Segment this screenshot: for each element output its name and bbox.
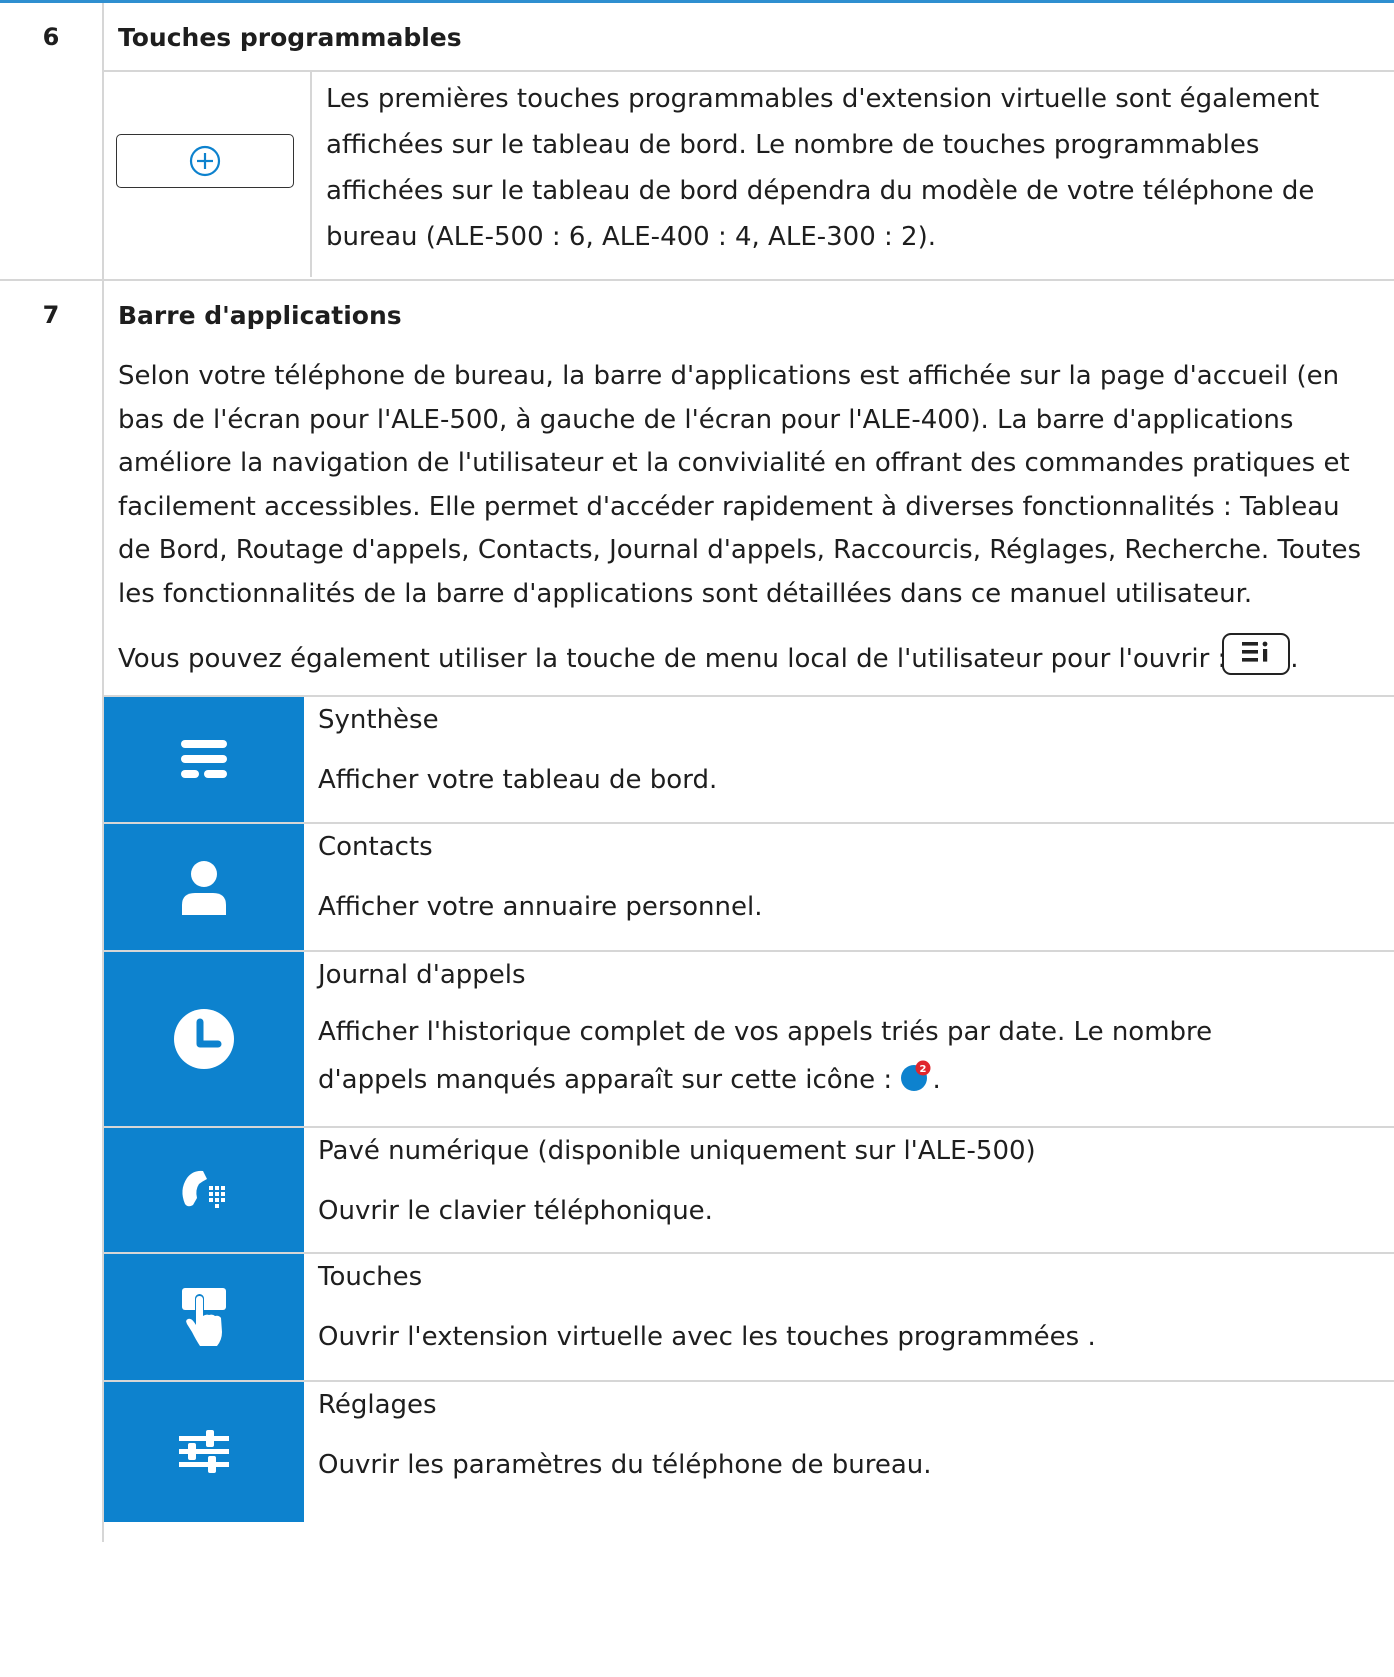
circle-plus-icon: [189, 145, 221, 177]
app-name: Touches: [318, 1261, 423, 1292]
row-number-cell: 6: [0, 3, 104, 279]
app-bar-paragraph: Selon votre téléphone de bureau, la barr…: [118, 361, 1362, 609]
app-icon-cell[interactable]: [104, 951, 304, 1126]
app-icon-cell[interactable]: [104, 1381, 304, 1522]
row-number-cell: 7: [0, 281, 104, 1542]
phone-keypad-icon: [182, 1170, 225, 1208]
app-name: Journal d'appels: [318, 959, 526, 990]
row-title: Barre d'applications: [118, 301, 402, 330]
app-item-touches: Touches Ouvrir l'extension virtuelle ave…: [104, 1251, 1394, 1380]
app-description: Afficher votre tableau de bord.: [318, 764, 718, 795]
touch-key-icon: [182, 1287, 226, 1346]
contact-person-icon: [182, 860, 226, 915]
row-number: 6: [42, 23, 60, 51]
app-description: Ouvrir l'extension virtuelle avec les to…: [318, 1321, 1096, 1352]
app-description: Afficher votre annuaire personnel.: [318, 891, 763, 922]
app-description: Ouvrir les paramètres du téléphone de bu…: [318, 1449, 932, 1480]
app-description: Ouvrir le clavier téléphonique.: [318, 1195, 713, 1226]
dashboard-icon: [181, 740, 227, 779]
missed-calls-badge-icon: 2: [900, 1060, 932, 1092]
row-description: Les premières touches programmables d'ex…: [326, 84, 1320, 252]
feature-table: 6 Touches programmables Les premières to…: [0, 3, 1394, 1542]
table-row-6: 6 Touches programmables Les premières to…: [0, 3, 1394, 281]
app-icon-cell[interactable]: [104, 1127, 304, 1252]
row-number: 7: [42, 301, 60, 329]
app-name: Réglages: [318, 1389, 437, 1420]
clock-icon: [174, 1008, 234, 1069]
app-icon-cell[interactable]: [104, 823, 304, 950]
app-item-journal: Journal d'appels Afficher l'historique c…: [104, 949, 1394, 1126]
app-icon-cell[interactable]: [104, 696, 304, 822]
app-name: Contacts: [318, 831, 433, 862]
programmable-key-button[interactable]: [116, 134, 294, 188]
app-bar-list: Synthèse Afficher votre tableau de bord.…: [104, 694, 1394, 1522]
badge-count: 2: [920, 1064, 927, 1075]
app-item-synthese: Synthèse Afficher votre tableau de bord.: [104, 694, 1394, 822]
settings-sliders-icon: [179, 1429, 229, 1473]
app-description: Afficher l'historique complet de vos app…: [318, 1016, 1213, 1095]
app-item-reglages: Réglages Ouvrir les paramètres du téléph…: [104, 1379, 1394, 1522]
app-icon-cell[interactable]: [104, 1253, 304, 1380]
local-menu-key-icon: [1222, 632, 1291, 675]
app-name: Synthèse: [318, 704, 439, 735]
app-item-contacts: Contacts Afficher votre annuaire personn…: [104, 821, 1394, 950]
menu-key-sentence: Vous pouvez également utiliser la touche…: [104, 617, 1394, 681]
app-name: Pavé numérique (disponible uniquement su…: [318, 1135, 1036, 1166]
softkey-illustration-cell: [104, 72, 312, 277]
table-row-7: 7 Barre d'applications Selon votre télép…: [0, 281, 1394, 1542]
app-item-keypad: Pavé numérique (disponible uniquement su…: [104, 1125, 1394, 1252]
row-title: Touches programmables: [104, 3, 1394, 72]
